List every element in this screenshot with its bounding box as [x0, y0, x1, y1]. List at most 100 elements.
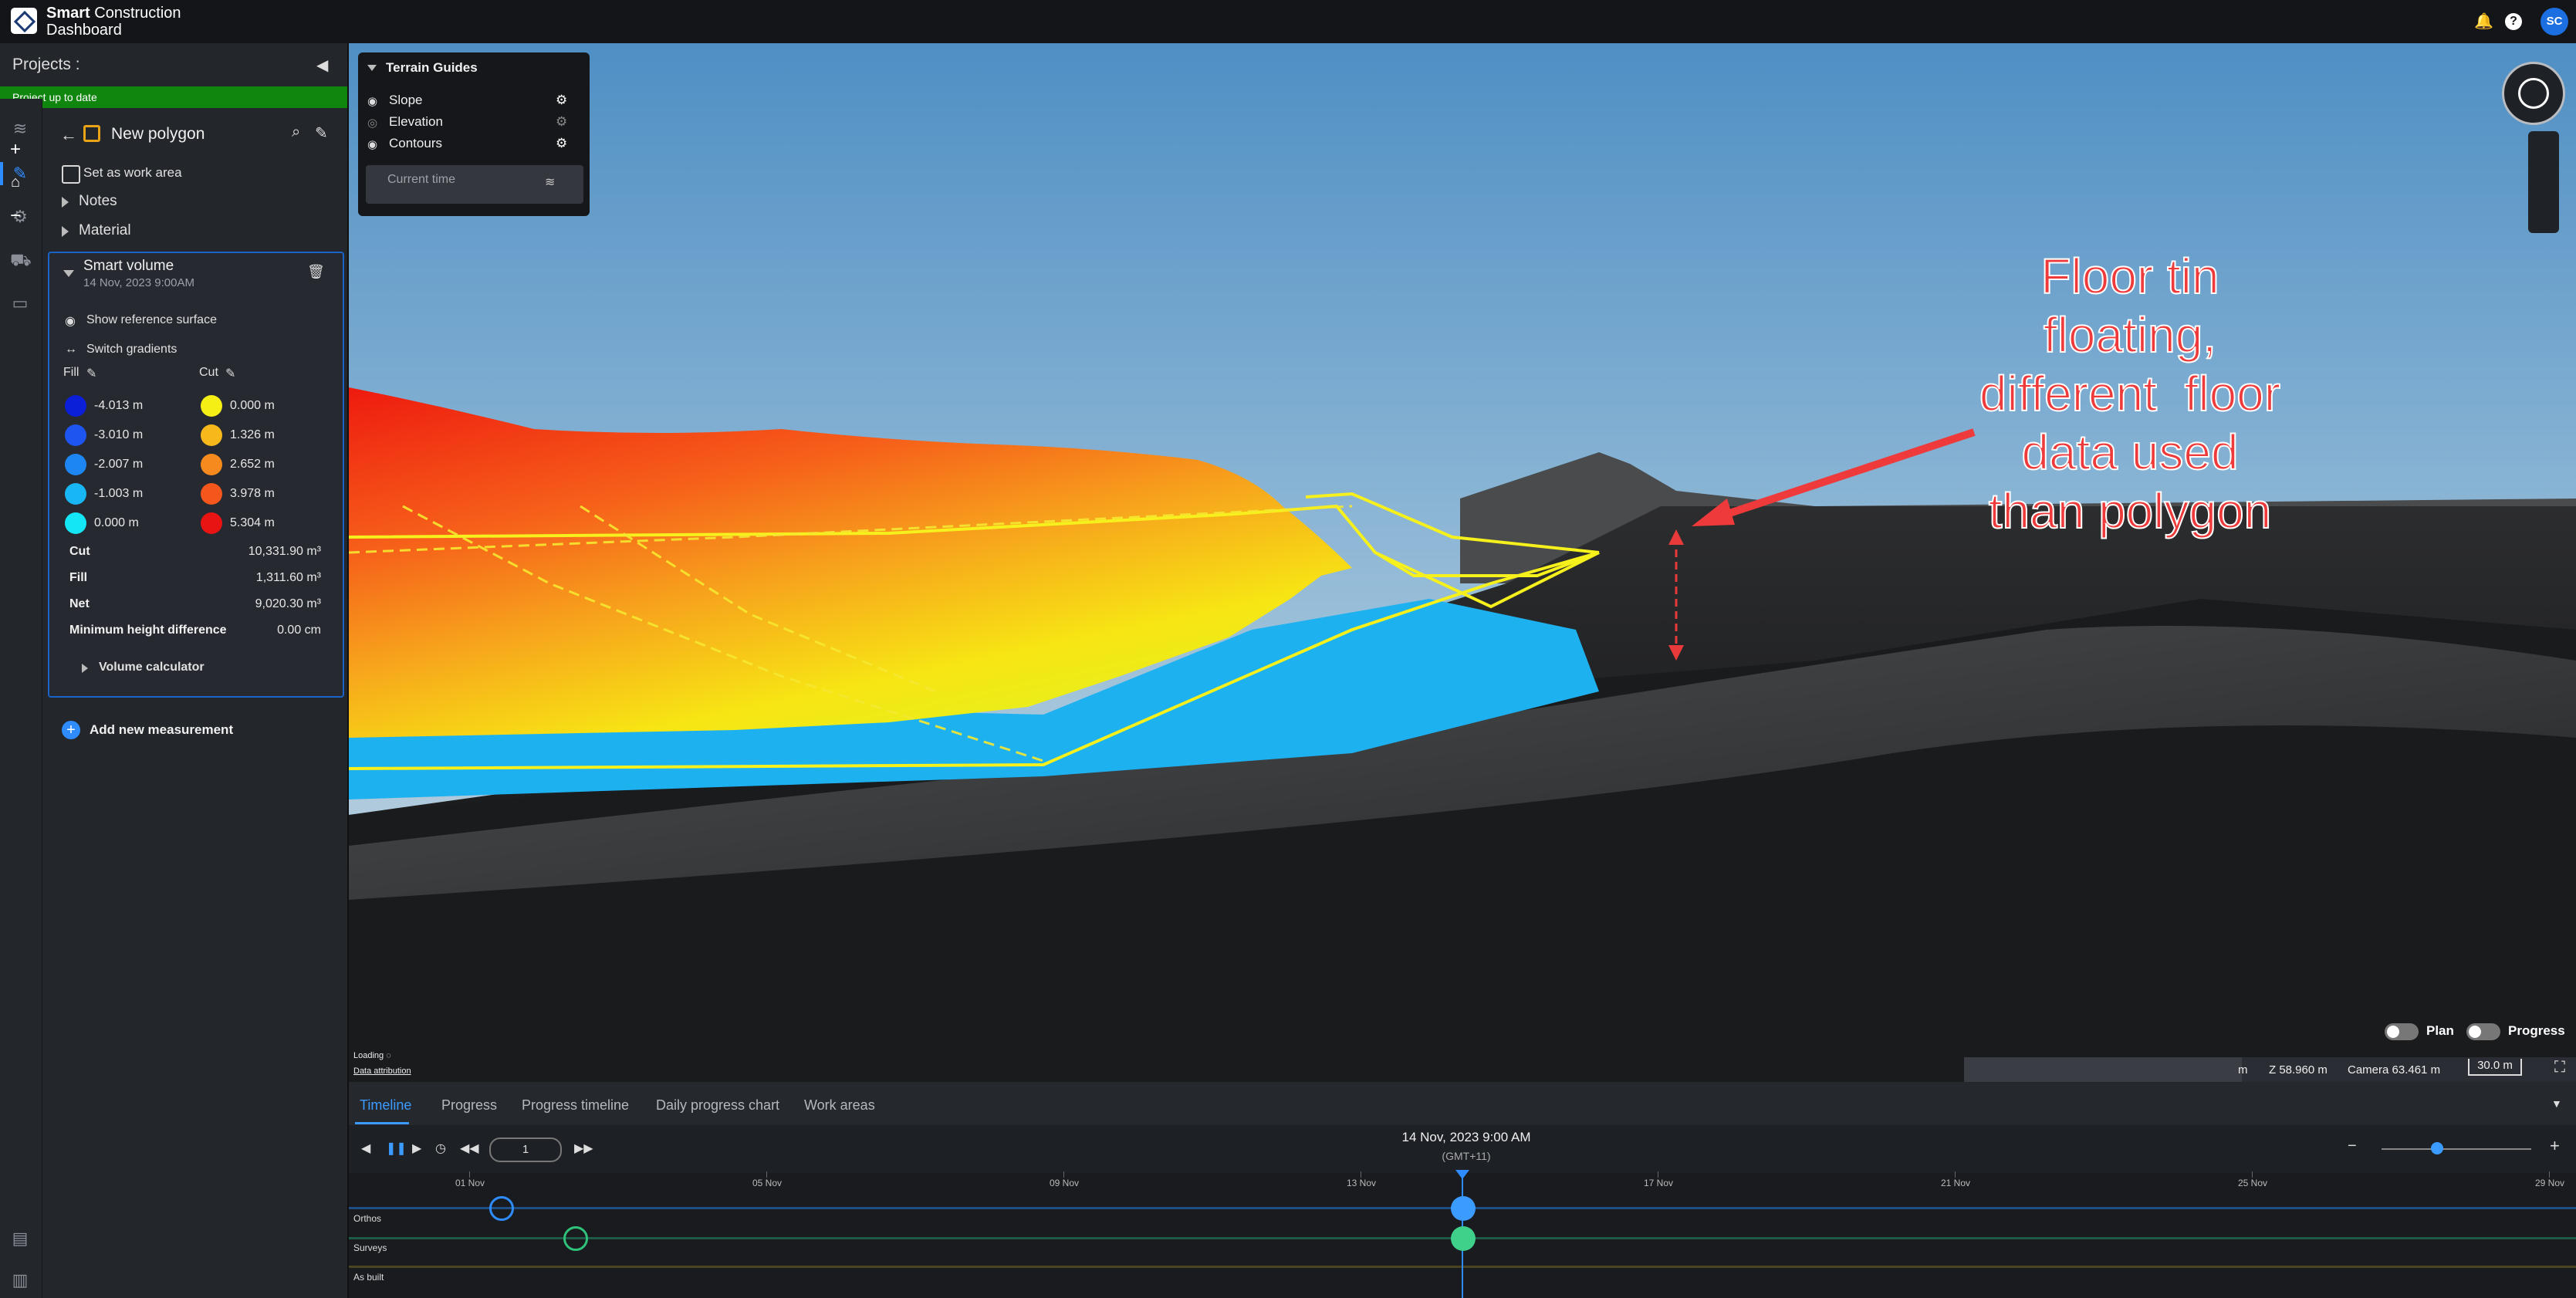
work-area-label: Set as work area: [83, 165, 182, 180]
slope-settings-icon[interactable]: ⚙: [556, 93, 567, 108]
cut-legend-swatch: [201, 424, 222, 446]
page-input[interactable]: 1: [489, 1137, 562, 1162]
document-icon[interactable]: ▥: [10, 1270, 30, 1290]
elevation-settings-icon[interactable]: ⚙: [556, 114, 567, 130]
tab-daily-progress-chart[interactable]: Daily progress chart: [656, 1097, 779, 1114]
timeline-zoom-handle[interactable]: [2431, 1142, 2443, 1154]
annotation-line: Floor tin: [2040, 248, 2219, 305]
play-icon[interactable]: ▶: [412, 1141, 421, 1156]
cut-label: Cut: [199, 366, 218, 379]
progress-toggle[interactable]: [2466, 1023, 2500, 1040]
volume-calculator-expand-icon[interactable]: [82, 664, 88, 673]
projects-title[interactable]: Projects :: [12, 56, 80, 74]
cut-legend-value: 2.652 m: [230, 458, 275, 471]
smart-volume-collapse-icon[interactable]: [63, 270, 74, 277]
timeline-collapse-icon[interactable]: ▼: [2551, 1097, 2562, 1110]
add-icon[interactable]: +: [62, 721, 80, 739]
tab-progress[interactable]: Progress: [441, 1097, 497, 1114]
eye-icon[interactable]: ◉: [65, 313, 76, 329]
tab-timeline[interactable]: Timeline: [360, 1097, 411, 1114]
material-section[interactable]: Material: [79, 222, 131, 239]
clock-icon[interactable]: ◷: [435, 1141, 446, 1156]
volume-calculator[interactable]: Volume calculator: [99, 661, 205, 674]
machine-icon[interactable]: ⛟: [10, 250, 32, 270]
layers-stack-icon[interactable]: ≋: [545, 174, 555, 190]
data-attribution-link[interactable]: Data attribution: [353, 1066, 411, 1076]
tab-progress-timeline[interactable]: Progress timeline: [522, 1097, 629, 1114]
contours-settings-icon[interactable]: ⚙: [556, 136, 567, 151]
add-new-measurement[interactable]: Add new measurement: [90, 722, 233, 738]
fill-edit-icon[interactable]: ✎: [86, 366, 96, 381]
brand-line1: Smart Construction: [46, 5, 181, 22]
fullscreen-icon[interactable]: ⛶: [2554, 1059, 2565, 1077]
survey-marker[interactable]: [563, 1226, 588, 1251]
work-area-checkbox[interactable]: [62, 165, 80, 184]
delete-icon[interactable]: 🗑: [307, 264, 325, 280]
smart-volume-date: 14 Nov, 2023 9:00AM: [83, 276, 194, 289]
step-back-icon[interactable]: ◀: [361, 1141, 370, 1156]
timeline-zoom-out[interactable]: −: [2348, 1137, 2357, 1155]
annotation-line: floating,: [2043, 306, 2217, 363]
m-label: m: [2238, 1063, 2248, 1077]
date-tick-mark: [469, 1171, 470, 1178]
tab-work-areas[interactable]: Work areas: [804, 1097, 875, 1114]
help-icon[interactable]: ?: [2505, 13, 2522, 30]
annotation-text: Floor tin floating, different floor data us…: [1945, 247, 2315, 540]
smart-volume-title[interactable]: Smart volume: [83, 258, 174, 275]
slope-label[interactable]: Slope: [389, 93, 422, 108]
fill-legend-value: -2.007 m: [94, 458, 144, 471]
plan-label: Plan: [2426, 1023, 2454, 1038]
switch-gradients[interactable]: Switch gradients: [86, 343, 177, 357]
compass-icon[interactable]: [2502, 62, 2565, 125]
stat-label: Net: [69, 597, 90, 610]
timeline-zoom-in[interactable]: +: [2550, 1136, 2560, 1156]
cut-legend-swatch: [201, 395, 222, 417]
polygon-title[interactable]: New polygon: [111, 125, 205, 144]
switch-icon[interactable]: ↔: [65, 343, 77, 357]
asbuilt-label: As built: [353, 1272, 384, 1283]
map-viewport[interactable]: [349, 43, 2576, 1082]
bell-icon[interactable]: 🔔: [2474, 12, 2493, 31]
cut-legend-swatch: [201, 454, 222, 475]
annotation-line: data used: [2020, 424, 2239, 481]
folder-icon[interactable]: ▭: [10, 293, 30, 313]
zoom-to-icon[interactable]: ⌕: [292, 123, 300, 141]
pause-icon[interactable]: ❚❚: [386, 1141, 407, 1156]
terrain-guides-collapse-icon[interactable]: [367, 65, 377, 71]
plan-toggle[interactable]: [2385, 1023, 2419, 1040]
app-logo[interactable]: [11, 8, 37, 34]
home-icon[interactable]: ⌂: [0, 167, 31, 198]
contours-label[interactable]: Contours: [389, 136, 442, 151]
notes-section[interactable]: Notes: [79, 193, 117, 210]
notes-expand-icon[interactable]: [62, 197, 69, 208]
elevation-visibility-icon[interactable]: ◎: [367, 116, 377, 130]
zoom-out-button[interactable]: −: [0, 201, 31, 232]
material-expand-icon[interactable]: [62, 226, 69, 237]
annotation-line: different floor: [1979, 365, 2281, 422]
cut-legend-value: 3.978 m: [230, 487, 275, 500]
back-icon[interactable]: ←: [60, 125, 77, 145]
survey-marker-selected[interactable]: [1451, 1226, 1476, 1251]
z-readout: Z 58.960 m: [2269, 1063, 2328, 1077]
terrain-guides-title: Terrain Guides: [386, 60, 478, 75]
cursor-handle-icon[interactable]: [1455, 1170, 1469, 1179]
ortho-marker-selected[interactable]: [1451, 1196, 1476, 1221]
slope-visibility-icon[interactable]: ◉: [367, 94, 377, 108]
edit-icon[interactable]: ✎: [315, 123, 328, 143]
ortho-marker[interactable]: [489, 1196, 514, 1221]
elevation-label[interactable]: Elevation: [389, 114, 443, 130]
cut-legend-value: 0.000 m: [230, 399, 275, 412]
zoom-in-button[interactable]: +: [0, 134, 31, 165]
timeline-zoom-slider[interactable]: [2382, 1148, 2531, 1150]
show-reference-surface[interactable]: Show reference surface: [86, 313, 217, 327]
contours-visibility-icon[interactable]: ◉: [367, 137, 377, 151]
report-icon[interactable]: ▤: [10, 1229, 30, 1249]
fast-forward-icon[interactable]: ▶▶: [574, 1141, 593, 1156]
rewind-icon[interactable]: ◀◀: [460, 1141, 479, 1156]
date-tick: 17 Nov: [1644, 1178, 1674, 1188]
progress-label: Progress: [2508, 1023, 2565, 1038]
cut-edit-icon[interactable]: ✎: [225, 366, 235, 381]
avatar[interactable]: SC: [2541, 8, 2568, 35]
fill-legend-swatch: [65, 395, 86, 417]
collapse-panel-icon[interactable]: ◀: [316, 56, 328, 75]
